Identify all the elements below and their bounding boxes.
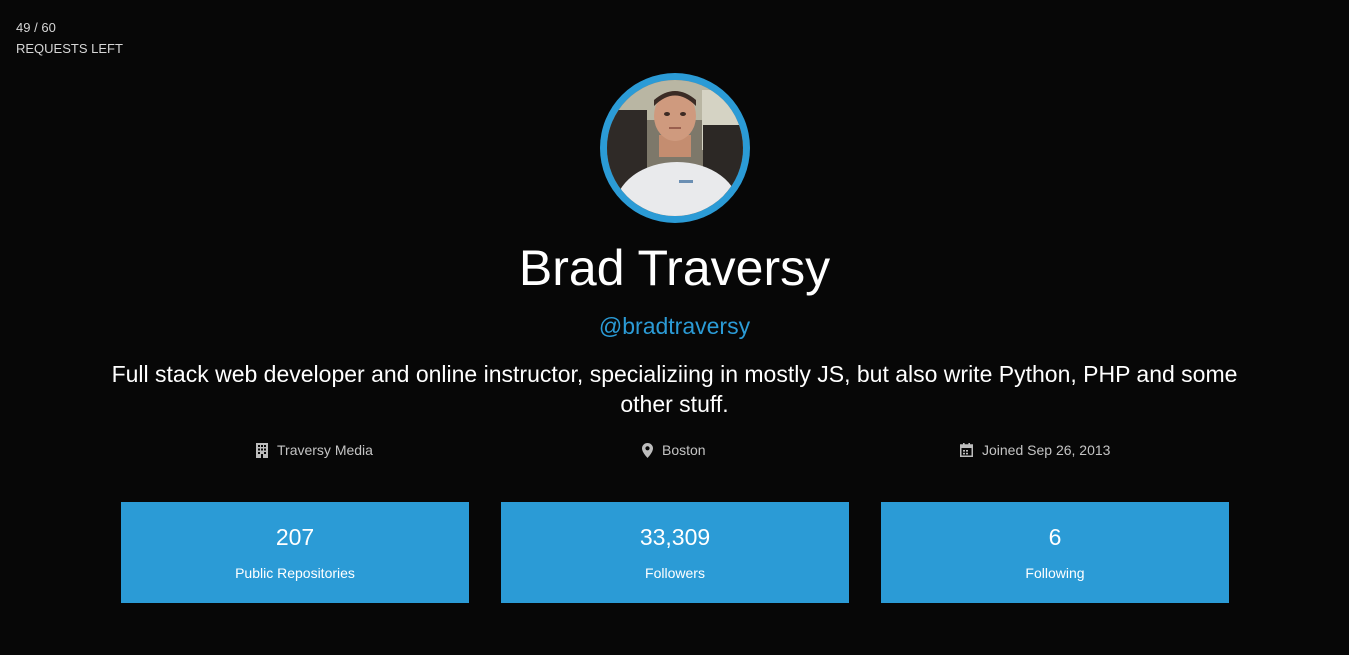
profile-name: Brad Traversy xyxy=(518,240,831,296)
requests-limit: 60 xyxy=(41,20,56,35)
joined-date: Joined Sep 26, 2013 xyxy=(982,442,1111,458)
requests-left-label: REQUESTS LEFT xyxy=(16,41,123,56)
requests-remaining: 49 xyxy=(16,20,31,35)
profile-bio: Full stack web developer and online inst… xyxy=(111,361,1238,417)
company-name: Traversy Media xyxy=(277,442,373,458)
following-label: Following xyxy=(1025,565,1085,581)
profile-login-link[interactable]: @bradtraversy xyxy=(0,310,1349,342)
avatar xyxy=(600,73,750,223)
followers-label: Followers xyxy=(645,565,705,581)
repositories-label: Public Repositories xyxy=(235,565,355,581)
following-count: 6 xyxy=(1048,524,1062,550)
rate-limit-count: 49 / 60 xyxy=(16,17,123,38)
location-name: Boston xyxy=(662,442,706,458)
building-icon xyxy=(256,442,268,458)
avatar-photo xyxy=(607,80,743,216)
joined-info: Joined Sep 26, 2013 xyxy=(960,440,1110,460)
repositories-count: 207 xyxy=(275,524,315,550)
followers-count: 33,309 xyxy=(639,524,711,550)
map-pin-icon xyxy=(642,442,653,458)
requests-separator: / xyxy=(34,20,38,35)
location-info: Boston xyxy=(642,440,706,460)
calendar-icon xyxy=(960,443,973,457)
rate-limit-counter: 49 / 60 REQUESTS LEFT xyxy=(16,17,123,59)
avatar-photo-illustration xyxy=(607,80,743,216)
stat-card-followers[interactable]: 33,309 Followers xyxy=(501,502,849,603)
profile-page: 49 / 60 REQUESTS LEFT Brad Traversy @bra… xyxy=(0,0,1349,655)
stat-card-following[interactable]: 6 Following xyxy=(881,502,1229,603)
company-info: Traversy Media xyxy=(256,440,373,460)
stat-card-repositories[interactable]: 207 Public Repositories xyxy=(121,502,469,603)
